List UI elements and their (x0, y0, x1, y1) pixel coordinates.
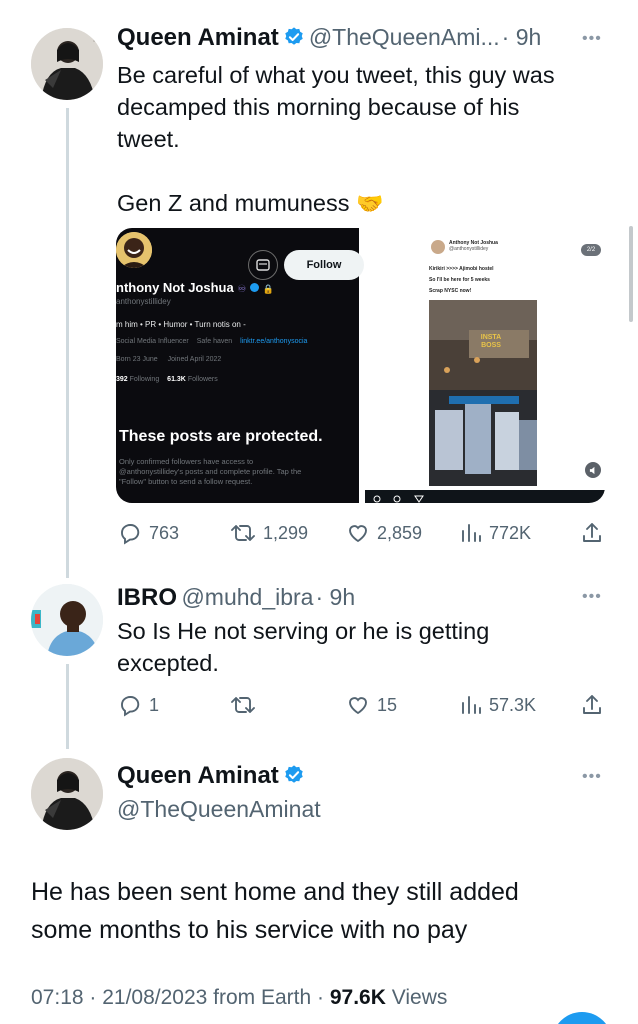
like-icon (349, 525, 367, 543)
lock-icon: 🔒 (262, 284, 274, 294)
following-label: Following (129, 376, 160, 383)
profile-bio: m him • PR • Humor • Turn notis on - (116, 320, 246, 329)
following-count[interactable]: 392 (116, 376, 128, 383)
thread-line-2 (66, 664, 69, 749)
reply-button[interactable]: 1 (118, 693, 159, 717)
media-image-profile[interactable]: Follow nthony Not Joshua ♾ 🔒 anthonystil… (116, 228, 364, 503)
mini-avatar (431, 240, 445, 254)
views-button[interactable]: 57.3K (460, 693, 536, 717)
mini-handle: @anthonystillidey (449, 246, 489, 252)
followers-label: Followers (187, 376, 218, 383)
verified-icon (283, 764, 305, 791)
profile-badges-icon: ♾ (237, 284, 247, 295)
mute-icon[interactable] (585, 462, 601, 478)
compose-fab[interactable] (552, 1012, 612, 1024)
followers-count[interactable]: 61.3K (167, 376, 186, 383)
like-button[interactable]: 2,859 (346, 521, 422, 545)
views-icon (462, 524, 481, 542)
views-count: 772K (489, 522, 532, 543)
follow-button[interactable]: Follow (284, 250, 364, 280)
protected-text-line: Only confirmed followers have access to (119, 457, 254, 466)
video-frame[interactable]: INSTA BOSS (429, 300, 537, 486)
protected-text-line: "Follow" button to send a follow request… (119, 477, 253, 486)
protected-text-line: @anthonystillidey's posts and complete p… (119, 467, 302, 476)
thread-line-1 (66, 108, 69, 578)
retweet-button[interactable]: 1,299 (230, 521, 308, 545)
mini-text-line: Scrap NYSC now! (429, 288, 472, 294)
author-handle[interactable]: @TheQueenAminat (117, 796, 321, 823)
tweet-time[interactable]: · 9h (315, 584, 355, 610)
profile-name: nthony Not Joshua (116, 280, 234, 295)
tweet-text-line: decamped this morning because of his (117, 94, 520, 120)
media-image-video[interactable]: Anthony Not Joshua @anthonystillidey 2/2… (365, 228, 605, 503)
views-button[interactable]: 772K (460, 521, 531, 545)
verified-icon (283, 26, 305, 53)
like-icon (349, 697, 367, 715)
reply-button[interactable]: 763 (118, 521, 179, 545)
profile-handle: anthonystillidey (116, 297, 171, 306)
more-icon[interactable]: ••• (582, 768, 602, 786)
message-icon[interactable] (248, 250, 278, 280)
tweet-timestamp[interactable]: 07:18 · 21/08/2023 from Earth · (31, 986, 330, 1009)
retweet-count: 1,299 (263, 522, 309, 543)
more-icon[interactable]: ••• (582, 30, 602, 48)
profile-category: Social Media Influencer (116, 338, 189, 345)
reply-icon (121, 524, 140, 545)
views-label: Views (385, 986, 448, 1009)
like-button[interactable]: 15 (346, 693, 397, 717)
share-icon (583, 695, 601, 714)
share-button[interactable] (580, 521, 604, 545)
avatar[interactable]: R (31, 28, 103, 100)
profile-avatar (116, 232, 152, 268)
reply-count: 1 (149, 694, 160, 715)
scrollbar[interactable] (629, 226, 633, 322)
share-icon (583, 523, 601, 542)
tweet-text-line: excepted. (117, 650, 219, 676)
tweet-text-line: tweet. (117, 126, 180, 152)
views-icon (462, 696, 481, 714)
verified-icon (249, 283, 259, 292)
tweet-text-line: some months to his service with no pay (31, 916, 468, 944)
views-count: 97.6K (329, 986, 386, 1009)
more-icon[interactable]: ••• (582, 588, 602, 606)
protected-title: These posts are protected. (119, 428, 323, 445)
author-name[interactable]: Queen Aminat (117, 24, 279, 51)
tweet-text-line: Be careful of what you tweet, this guy w… (117, 62, 555, 88)
tweet-text-line: He has been sent home and they still add… (31, 878, 519, 906)
tweet-time[interactable]: · 9h (502, 24, 542, 50)
tweet-text-line: Gen Z and mumuness (117, 190, 350, 216)
like-count: 2,859 (377, 522, 423, 543)
profile-location: Safe haven (196, 338, 233, 345)
handshake-emoji: 🤝 (356, 192, 384, 217)
profile-link[interactable]: linktr.ee/anthonysocia (240, 338, 307, 345)
author-name[interactable]: Queen Aminat (117, 762, 279, 789)
views-count: 57.3K (489, 694, 537, 715)
retweet-icon (231, 525, 255, 541)
author-handle[interactable]: @muhd_ibra (181, 584, 313, 610)
retweet-button[interactable] (230, 693, 263, 717)
retweet-icon (231, 697, 255, 713)
share-button[interactable] (580, 693, 604, 717)
avatar[interactable] (31, 758, 103, 830)
mini-text-line: So I'll be here for 5 weeks (429, 277, 490, 283)
svg-text:R: R (93, 36, 98, 44)
profile-birthday: Born 23 June (116, 356, 158, 363)
tweet-text-line: So Is He not serving or he is getting (117, 618, 490, 644)
reply-count: 763 (149, 522, 180, 543)
page-badge: 2/2 (581, 244, 601, 256)
profile-joined: Joined April 2022 (167, 356, 222, 363)
reply-icon (121, 696, 140, 717)
avatar[interactable] (31, 584, 103, 656)
mini-text-line: Kirikiri >>>> Ajimobi hostel (429, 266, 494, 272)
tweet-media[interactable]: Follow nthony Not Joshua ♾ 🔒 anthonystil… (116, 228, 605, 503)
sign-text: INSTA BOSS (480, 334, 502, 349)
author-name[interactable]: IBRO (117, 584, 177, 611)
author-handle[interactable]: @TheQueenAmi... (309, 24, 500, 50)
like-count: 15 (377, 694, 398, 715)
video-toolbar (365, 490, 605, 503)
